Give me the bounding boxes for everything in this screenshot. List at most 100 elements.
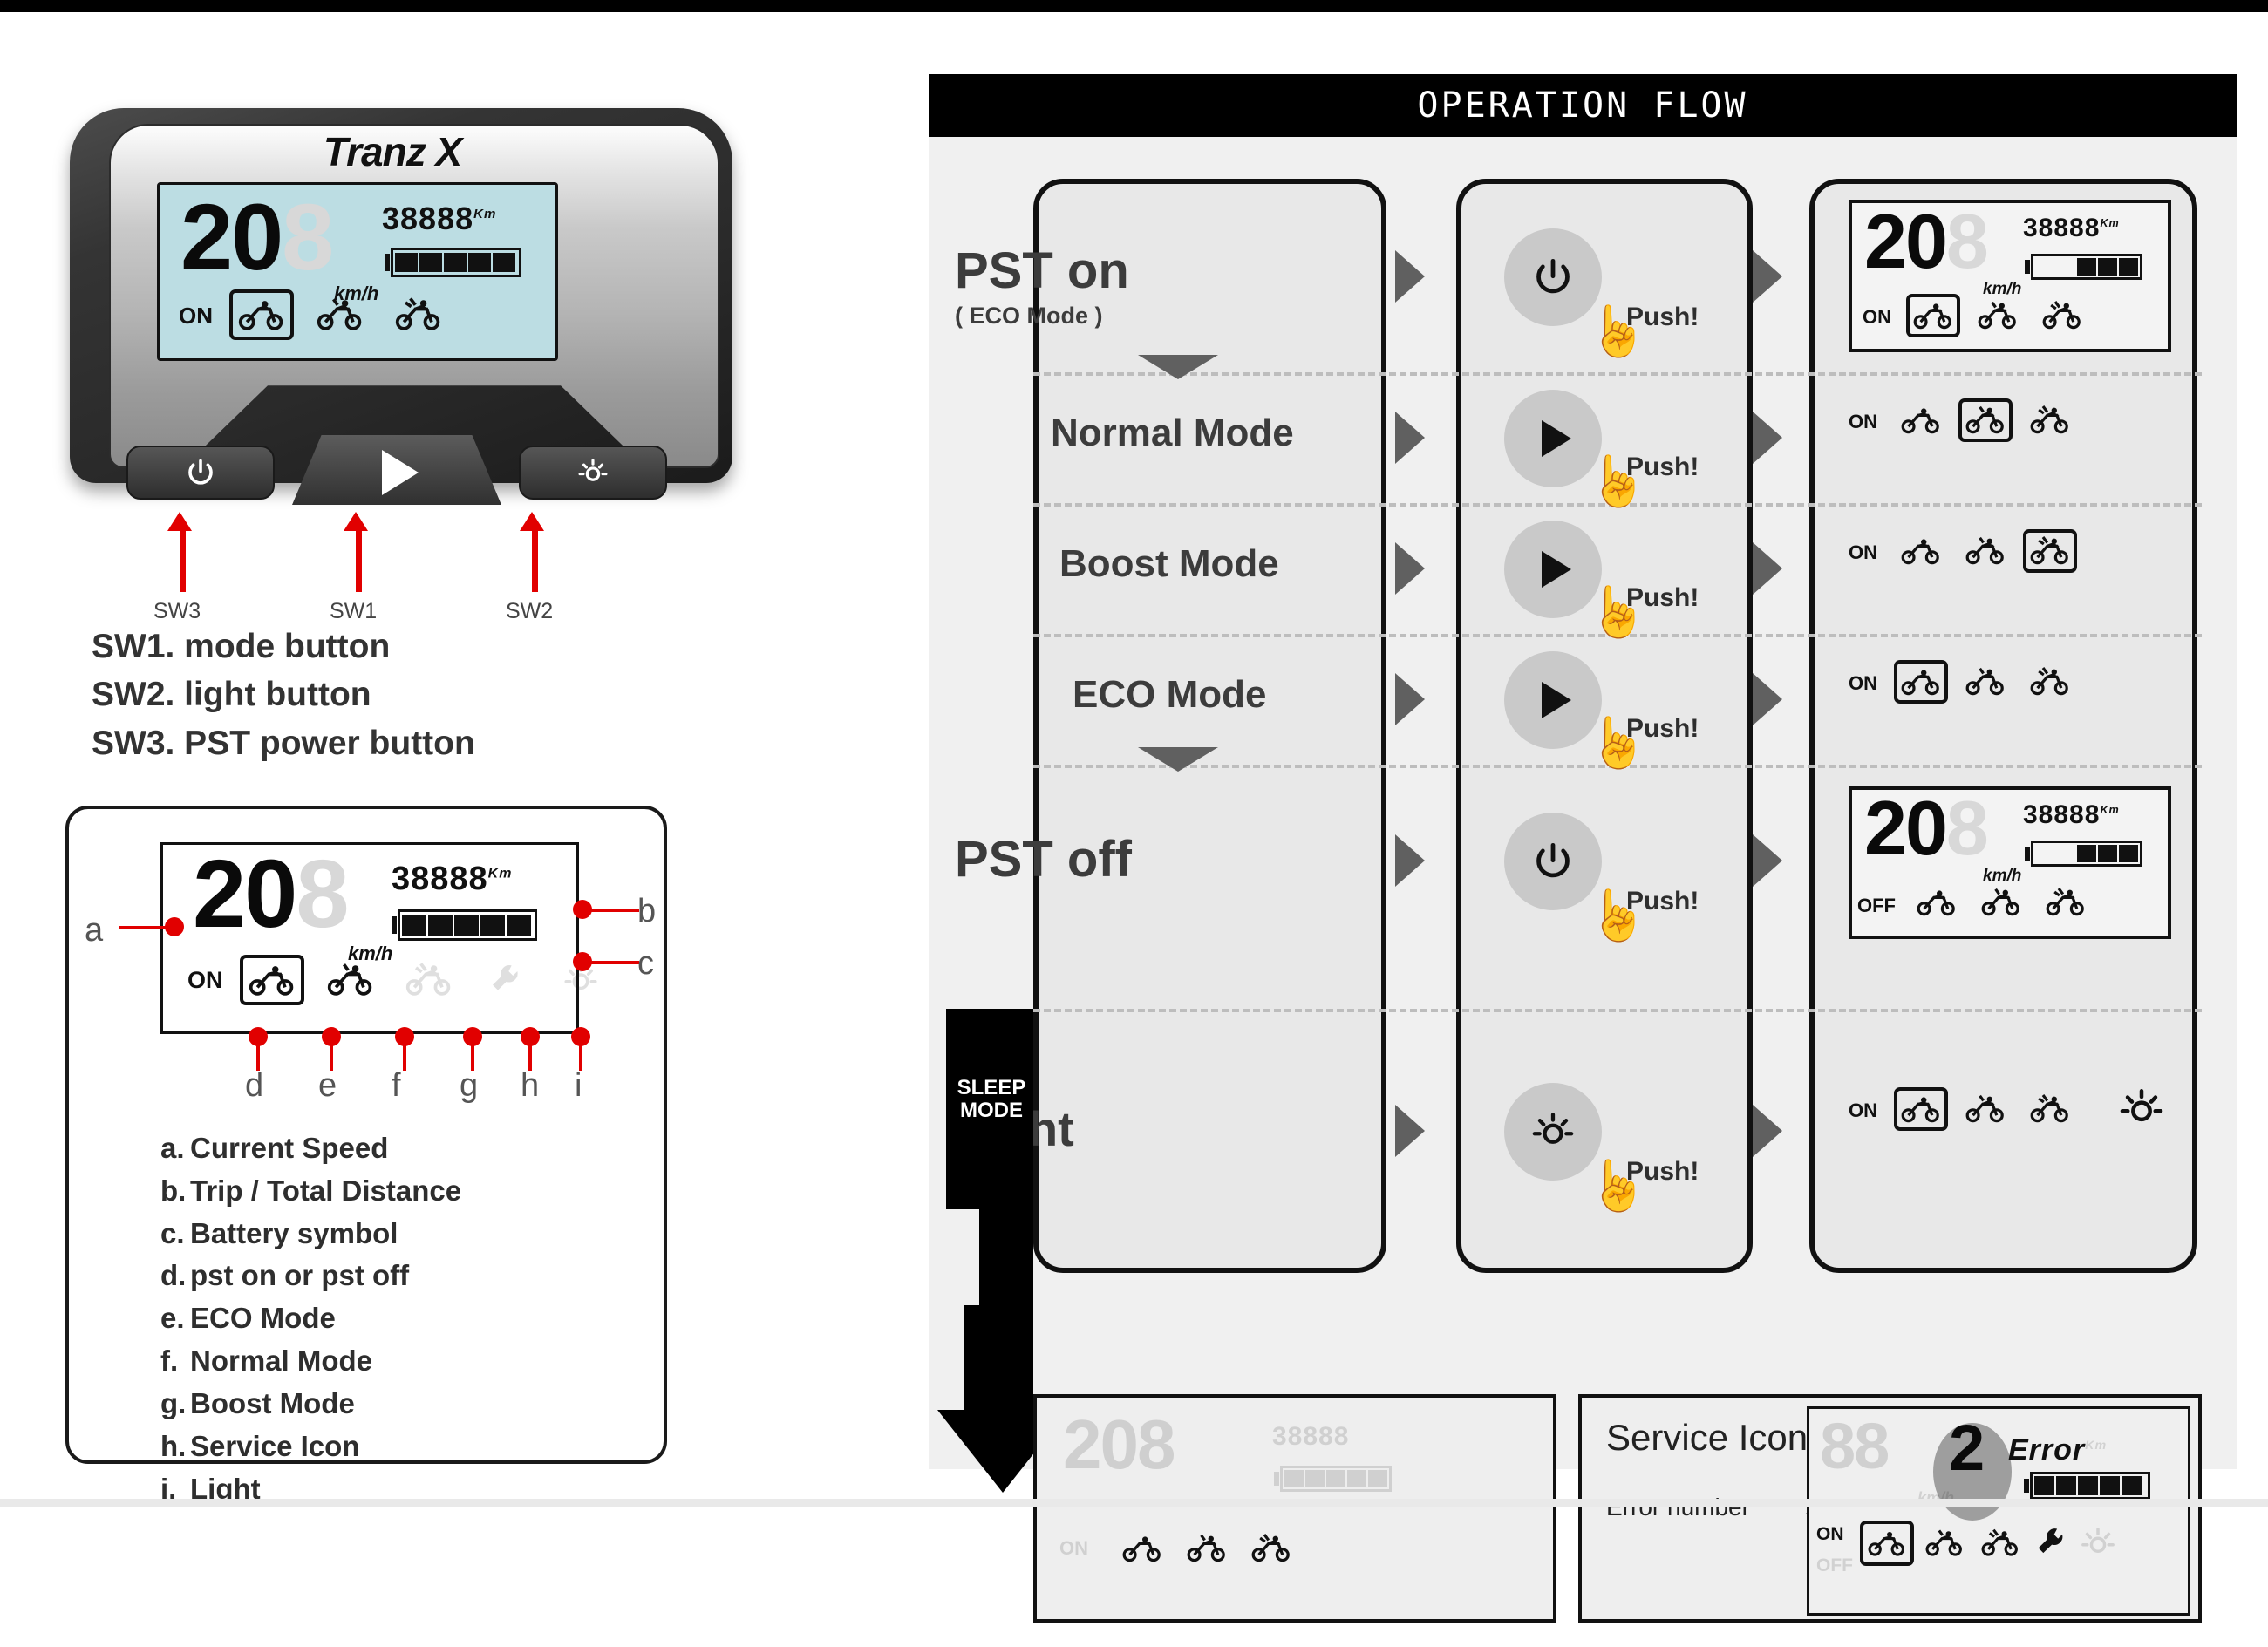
flow-down-caret — [1138, 747, 1218, 772]
wrench-icon — [475, 955, 536, 1005]
callout-line-sw3 — [180, 531, 186, 592]
flow-power-state: ON — [1849, 411, 1877, 432]
bike-icon-normal — [1958, 398, 2013, 442]
switch-item-sw1: SW1. mode button — [92, 628, 391, 665]
flow-power-state: ON — [1849, 1099, 1877, 1121]
legend-line-d — [256, 1034, 260, 1071]
legend-line-b — [590, 909, 639, 912]
power-icon — [1536, 258, 1570, 294]
flow-mode-icons — [1894, 398, 2077, 442]
service-power-state-off: OFF — [1816, 1555, 1853, 1576]
flow-caret — [1395, 412, 1425, 464]
legend-item-list: a. Current Speed b. Trip / Total Distance … — [160, 1127, 461, 1510]
legend-list-item: f. Normal Mode — [160, 1344, 373, 1378]
legend-dot-c — [573, 952, 592, 971]
device-battery-icon — [385, 248, 521, 277]
callout-line-sw2 — [532, 531, 538, 592]
callout-arrow-sw1 — [344, 512, 368, 531]
flow-speed: 208 — [1864, 785, 1989, 871]
flow-caret — [1395, 834, 1425, 887]
flow-caret — [1753, 673, 1782, 725]
sw3-power-button[interactable] — [126, 446, 275, 500]
sw1-mode-button[interactable] — [292, 435, 501, 505]
play-triangle-icon — [1542, 682, 1571, 718]
legend-marker-b: b — [637, 893, 657, 929]
callout-label-sw2: SW2 — [506, 599, 554, 623]
legend-marker-i: i — [575, 1067, 582, 1104]
bike-icon-boost — [386, 289, 451, 340]
top-black-bar — [0, 0, 2268, 12]
switch-item-sw2: SW2. light button — [92, 676, 371, 714]
flow-divider — [1033, 1009, 2202, 1012]
bike-icon-boost — [2023, 1087, 2077, 1131]
operation-flow-body: PST on ( ECO Mode ) ☝ Push! 208 km/h 388… — [929, 137, 2237, 1623]
legend-line-a — [119, 926, 170, 929]
light-bulb-icon — [578, 459, 608, 481]
flow-odometer: 38888Km — [2023, 800, 2120, 829]
flow-odometer: 38888Km — [2023, 214, 2120, 242]
flow-label-pst-off: PST off — [955, 831, 1132, 888]
bike-icon-normal — [1971, 294, 2025, 337]
bike-icon-eco — [1910, 881, 1964, 924]
switch-description-list: SW1. mode button SW2. light button SW3. … — [92, 623, 475, 767]
bike-icon-eco — [1906, 294, 1960, 337]
legend-marker-d: d — [245, 1067, 264, 1104]
bike-icon-normal — [1958, 1087, 2013, 1131]
flow-power-state: ON — [1849, 541, 1877, 563]
callout-arrow-sw3 — [167, 512, 192, 531]
flow-caret — [1753, 542, 1782, 595]
sw2-light-button[interactable] — [519, 446, 667, 500]
switch-item-sw3: SW3. PST power button — [92, 724, 475, 762]
bike-icon-eco — [1860, 1521, 1914, 1566]
service-error-number: 2 — [1949, 1412, 1985, 1484]
flow-display-pst-off: 208 km/h 38888Km OFF — [1849, 786, 2171, 939]
service-icon-title: Service Icon — [1606, 1417, 1808, 1458]
flow-mode-icons — [1894, 1087, 2173, 1131]
flow-caret — [1395, 250, 1425, 303]
flow-label-normal-mode: Normal Mode — [1051, 412, 1294, 454]
flow-caret — [1395, 1105, 1425, 1157]
legend-marker-g: g — [460, 1067, 479, 1104]
sleep-mode-display: 208 38888 ON — [1033, 1394, 1556, 1623]
device-speed: 208 — [180, 184, 334, 289]
power-icon — [188, 459, 213, 485]
sleep-power-state: ON — [1059, 1537, 1088, 1559]
device-power-state: ON — [179, 303, 213, 329]
flow-power-state: ON — [1863, 306, 1891, 328]
bike-icon-boost — [2023, 529, 2077, 573]
flow-mode-icons — [1906, 294, 2089, 337]
callout-label-sw1: SW1 — [330, 599, 378, 623]
flow-caret — [1395, 673, 1425, 725]
flow-caret — [1753, 250, 1782, 303]
flow-push-label: Push! — [1626, 887, 1699, 915]
flow-push-label: Push! — [1626, 453, 1699, 481]
device-lcd: 208 km/h 38888Km ON — [157, 182, 558, 361]
bike-icon-normal — [1958, 660, 2013, 704]
service-battery-icon — [2024, 1472, 2150, 1500]
service-ghost-digits: 88 — [1820, 1410, 1890, 1482]
sleep-mode-icons — [1115, 1527, 1298, 1570]
legend-line-c — [590, 961, 639, 964]
bike-icon-boost — [2023, 398, 2077, 442]
flow-sublabel-pst-on: ( ECO Mode ) — [955, 303, 1103, 329]
flow-display-pst-on: 208 km/h 38888Km ON — [1849, 200, 2171, 352]
flow-speed: 208 — [1864, 198, 1989, 284]
legend-marker-h: h — [521, 1067, 540, 1104]
device-mode-icons — [229, 289, 451, 340]
service-lcd: 88 2 ErrorKm km/h ON OFF — [1807, 1406, 2190, 1616]
sleep-speed: 208 — [1063, 1405, 1175, 1483]
play-triangle-icon — [1542, 420, 1571, 457]
legend-marker-c: c — [637, 945, 654, 982]
legend-marker-a: a — [85, 912, 104, 949]
light-bulb-icon — [1532, 1113, 1574, 1144]
play-triangle-icon — [1542, 551, 1571, 588]
legend-line-g — [471, 1034, 474, 1071]
operation-flow-header: OPERATION FLOW — [929, 74, 2237, 137]
bike-icon-boost — [2039, 881, 2093, 924]
flow-mode-icons — [1894, 529, 2077, 573]
flow-battery-icon — [2025, 841, 2142, 867]
operation-flow-panel: OPERATION FLOW PST on ( ECO Mode ) ☝ Pus… — [929, 74, 2237, 1623]
legend-line-h — [528, 1034, 532, 1071]
legend-battery-icon — [392, 909, 537, 941]
legend-odometer: 38888Km — [392, 861, 513, 897]
